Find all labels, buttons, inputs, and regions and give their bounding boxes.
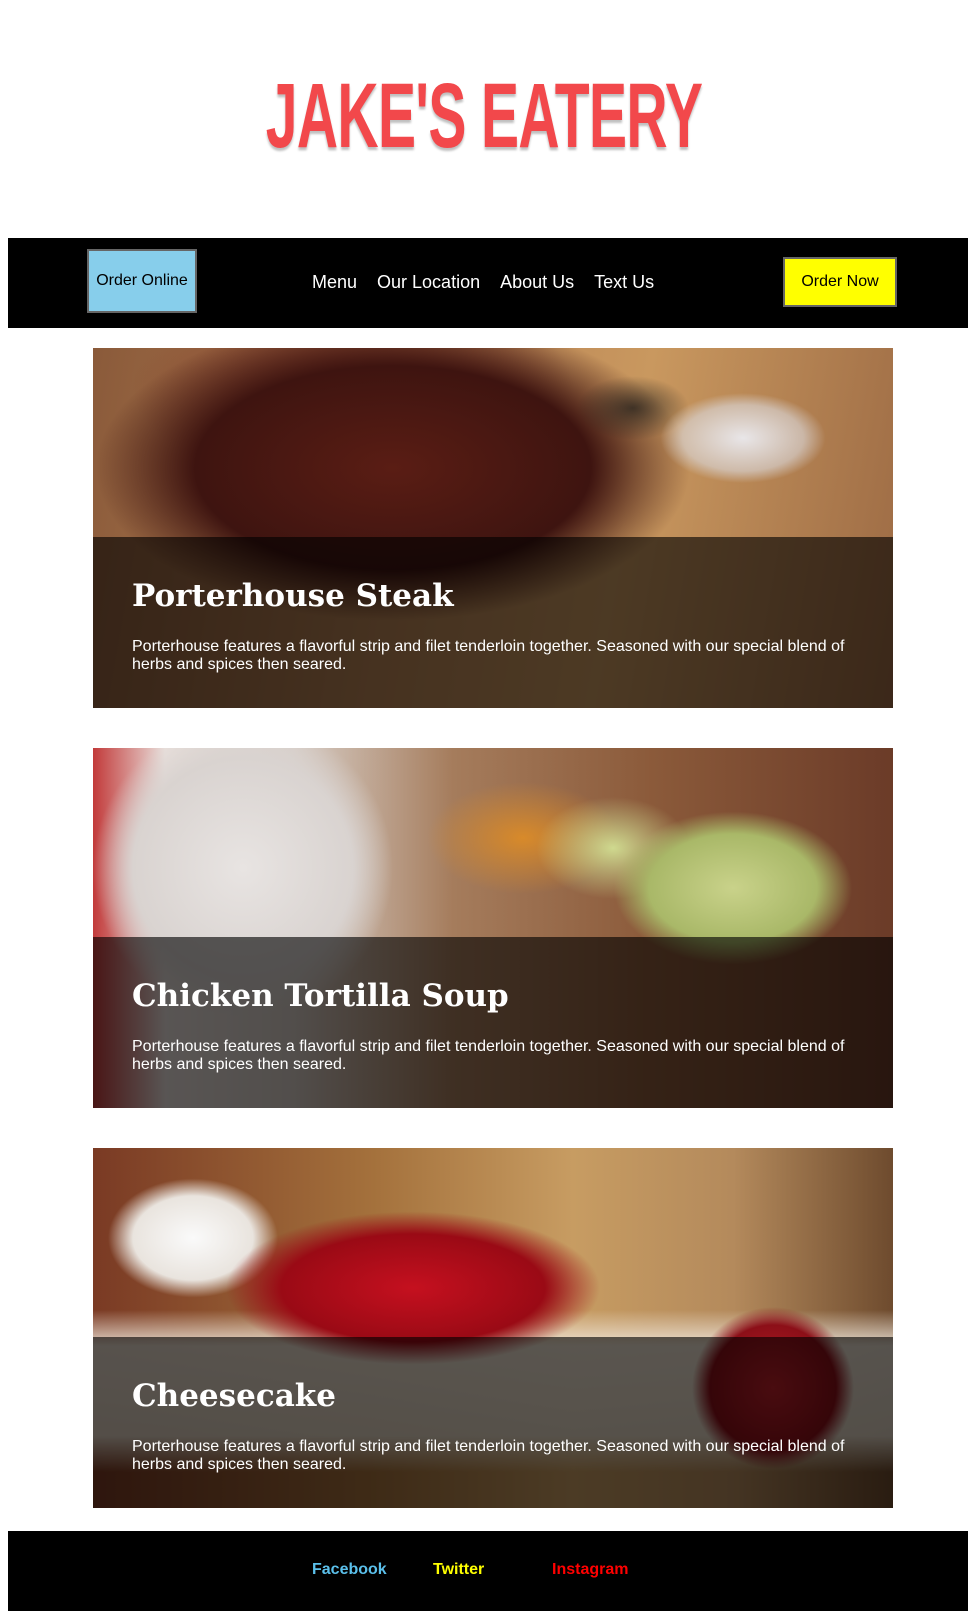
order-online-button[interactable]: Order Online (87, 249, 197, 313)
footer: Facebook Twitter Instagram (8, 1531, 968, 1611)
order-now-button[interactable]: Order Now (783, 257, 897, 307)
nav-bar: Order Online Menu Our Location About Us … (8, 238, 968, 328)
card-overlay (93, 1337, 893, 1508)
footer-link-facebook[interactable]: Facebook (312, 1561, 387, 1579)
site-logo: JAKE'S EATERY (265, 65, 703, 167)
nav-link-text-us[interactable]: Text Us (594, 272, 654, 293)
menu-card-tortilla-soup: Chicken Tortilla Soup Porterhouse featur… (93, 748, 893, 1108)
card-description: Porterhouse features a flavorful strip a… (132, 638, 845, 673)
nav-link-about-us[interactable]: About Us (500, 272, 574, 293)
nav-link-our-location[interactable]: Our Location (377, 272, 480, 293)
card-overlay (93, 937, 893, 1108)
footer-link-instagram[interactable]: Instagram (552, 1561, 628, 1579)
nav-link-menu[interactable]: Menu (312, 272, 357, 293)
nav-links: Menu Our Location About Us Text Us (312, 272, 674, 293)
card-title: Chicken Tortilla Soup (132, 978, 509, 1014)
menu-card-porterhouse: Porterhouse Steak Porterhouse features a… (93, 348, 893, 708)
card-overlay (93, 537, 893, 708)
card-title: Porterhouse Steak (132, 578, 454, 614)
card-title: Cheesecake (132, 1378, 336, 1414)
card-description: Porterhouse features a flavorful strip a… (132, 1038, 845, 1073)
card-description: Porterhouse features a flavorful strip a… (132, 1438, 845, 1473)
menu-card-cheesecake: Cheesecake Porterhouse features a flavor… (93, 1148, 893, 1508)
footer-link-twitter[interactable]: Twitter (433, 1561, 484, 1579)
